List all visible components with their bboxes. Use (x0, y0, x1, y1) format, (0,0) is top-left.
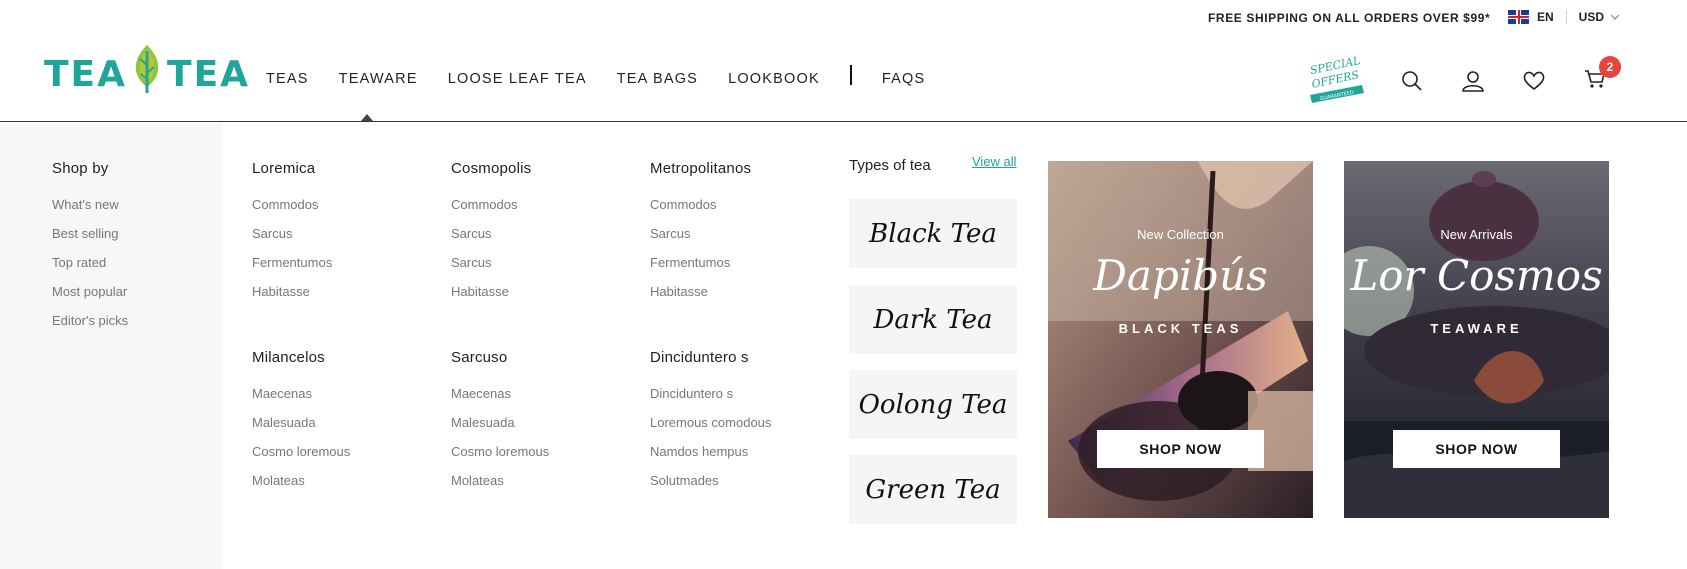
shop-by-link[interactable]: What's new (52, 197, 128, 226)
menu-link[interactable]: Cosmo loremous (451, 444, 549, 473)
banner-category: TEAWARE (1430, 321, 1523, 336)
promo-banner-black-teas[interactable]: New Collection Dapibús BLACK TEAS SHOP N… (1048, 161, 1313, 518)
menu-link[interactable]: Commodos (650, 197, 751, 226)
search-icon[interactable] (1400, 69, 1424, 93)
nav-teaware[interactable]: TEAWARE (339, 71, 418, 87)
banner-subtitle: New Collection (1137, 227, 1224, 242)
currency-selector[interactable]: USD (1579, 10, 1620, 24)
column-title: Dinciduntero s (650, 349, 749, 366)
menu-column: Dinciduntero s Dinciduntero s Loremous c… (650, 349, 771, 502)
site-header: TEA TEA TEAS TEAWARE LOOSE LEAF TEA TEA … (0, 30, 1687, 122)
menu-link[interactable]: Dinciduntero s (650, 386, 771, 415)
tea-type-black[interactable]: Black Tea (849, 199, 1017, 268)
uk-flag-icon[interactable] (1508, 10, 1529, 24)
cart-button[interactable]: 2 (1583, 56, 1621, 95)
banner-heading: Lor Cosmos (1350, 251, 1603, 300)
menu-link[interactable]: Maecenas (451, 386, 549, 415)
heart-icon[interactable] (1522, 69, 1546, 93)
locale-switcher: EN USD (1508, 10, 1620, 24)
banner-subtitle: New Arrivals (1440, 227, 1513, 242)
promo-banner-teaware[interactable]: New Arrivals Lor Cosmos TEAWARE SHOP NOW (1344, 161, 1609, 518)
shop-by-link[interactable]: Best selling (52, 226, 128, 255)
nav-loose-leaf-tea[interactable]: LOOSE LEAF TEA (448, 71, 587, 87)
shipping-promo: FREE SHIPPING ON ALL ORDERS OVER $99* (1208, 11, 1491, 25)
menu-link[interactable]: Sarcus (451, 226, 531, 255)
menu-link[interactable]: Fermentumos (252, 255, 332, 284)
special-offers-badge[interactable]: SPECIAL OFFERS GUARANTEED (1306, 55, 1366, 103)
menu-link[interactable]: Cosmo loremous (252, 444, 350, 473)
shop-by-link[interactable]: Top rated (52, 255, 128, 284)
column-title: Milancelos (252, 349, 325, 366)
tea-type-oolong[interactable]: Oolong Tea (849, 370, 1017, 439)
shop-by-link[interactable]: Most popular (52, 284, 128, 313)
shop-by-title: Shop by (52, 160, 109, 177)
nav-tea-bags[interactable]: TEA BAGS (617, 71, 698, 87)
menu-link[interactable]: Molateas (252, 473, 350, 502)
language-label[interactable]: EN (1537, 10, 1554, 24)
menu-link[interactable]: Maecenas (252, 386, 350, 415)
menu-link[interactable]: Malesuada (451, 415, 549, 444)
nav-teas[interactable]: TEAS (266, 71, 309, 87)
chevron-down-icon (1610, 14, 1620, 20)
leaf-icon (135, 44, 159, 93)
cart-count-badge: 2 (1599, 56, 1621, 78)
divider (1565, 10, 1567, 24)
banner-category: BLACK TEAS (1118, 321, 1243, 336)
menu-column: Sarcuso Maecenas Malesuada Cosmo loremou… (451, 349, 549, 502)
menu-link[interactable]: Habitasse (451, 284, 531, 313)
menu-link[interactable]: Habitasse (252, 284, 332, 313)
menu-column: Loremica Commodos Sarcus Fermentumos Hab… (252, 160, 332, 313)
menu-link[interactable]: Fermentumos (650, 255, 751, 284)
menu-column: Cosmopolis Commodos Sarcus Sarcus Habita… (451, 160, 531, 313)
dropdown-caret (361, 114, 373, 121)
menu-column: Milancelos Maecenas Malesuada Cosmo lore… (252, 349, 350, 502)
banner-heading: Dapibús (1093, 251, 1268, 300)
main-nav: TEAS TEAWARE LOOSE LEAF TEA TEA BAGS LOO… (266, 65, 925, 87)
view-all-link[interactable]: View all (972, 154, 1017, 169)
shop-by-link[interactable]: Editor's picks (52, 313, 128, 342)
menu-link[interactable]: Habitasse (650, 284, 751, 313)
shop-now-button[interactable]: SHOP NOW (1393, 430, 1560, 468)
types-of-tea-title: Types of tea (849, 157, 931, 174)
column-title: Loremica (252, 160, 316, 177)
menu-link[interactable]: Sarcus (252, 226, 332, 255)
menu-link[interactable]: Solutmades (650, 473, 771, 502)
nav-faqs[interactable]: FAQS (882, 71, 925, 87)
column-title: Metropolitanos (650, 160, 752, 177)
menu-column: Metropolitanos Commodos Sarcus Fermentum… (650, 160, 751, 313)
menu-link[interactable]: Molateas (451, 473, 549, 502)
menu-link[interactable]: Commodos (252, 197, 332, 226)
site-logo[interactable]: TEA TEA (44, 44, 251, 95)
menu-link[interactable]: Commodos (451, 197, 531, 226)
shop-by-column: Shop by What's new Best selling Top rate… (52, 160, 128, 342)
tea-type-green[interactable]: Green Tea (849, 455, 1017, 524)
text-cursor (849, 65, 852, 85)
column-title: Cosmopolis (451, 160, 532, 177)
currency-label: USD (1578, 10, 1605, 24)
menu-link[interactable]: Namdos hempus (650, 444, 771, 473)
column-title: Sarcuso (451, 349, 508, 366)
menu-link[interactable]: Sarcus (451, 255, 531, 284)
shop-now-button[interactable]: SHOP NOW (1097, 430, 1264, 468)
header-actions: 2 (1400, 56, 1621, 95)
user-icon[interactable] (1461, 69, 1485, 93)
mega-menu: Shop by What's new Best selling Top rate… (0, 123, 1687, 569)
logo-text-left: TEA (44, 54, 128, 95)
nav-lookbook[interactable]: LOOKBOOK (728, 71, 820, 87)
menu-link[interactable]: Loremous comodous (650, 415, 771, 444)
logo-text-right: TEA (167, 54, 251, 95)
tea-type-dark[interactable]: Dark Tea (849, 285, 1017, 354)
menu-link[interactable]: Malesuada (252, 415, 350, 444)
menu-link[interactable]: Sarcus (650, 226, 751, 255)
